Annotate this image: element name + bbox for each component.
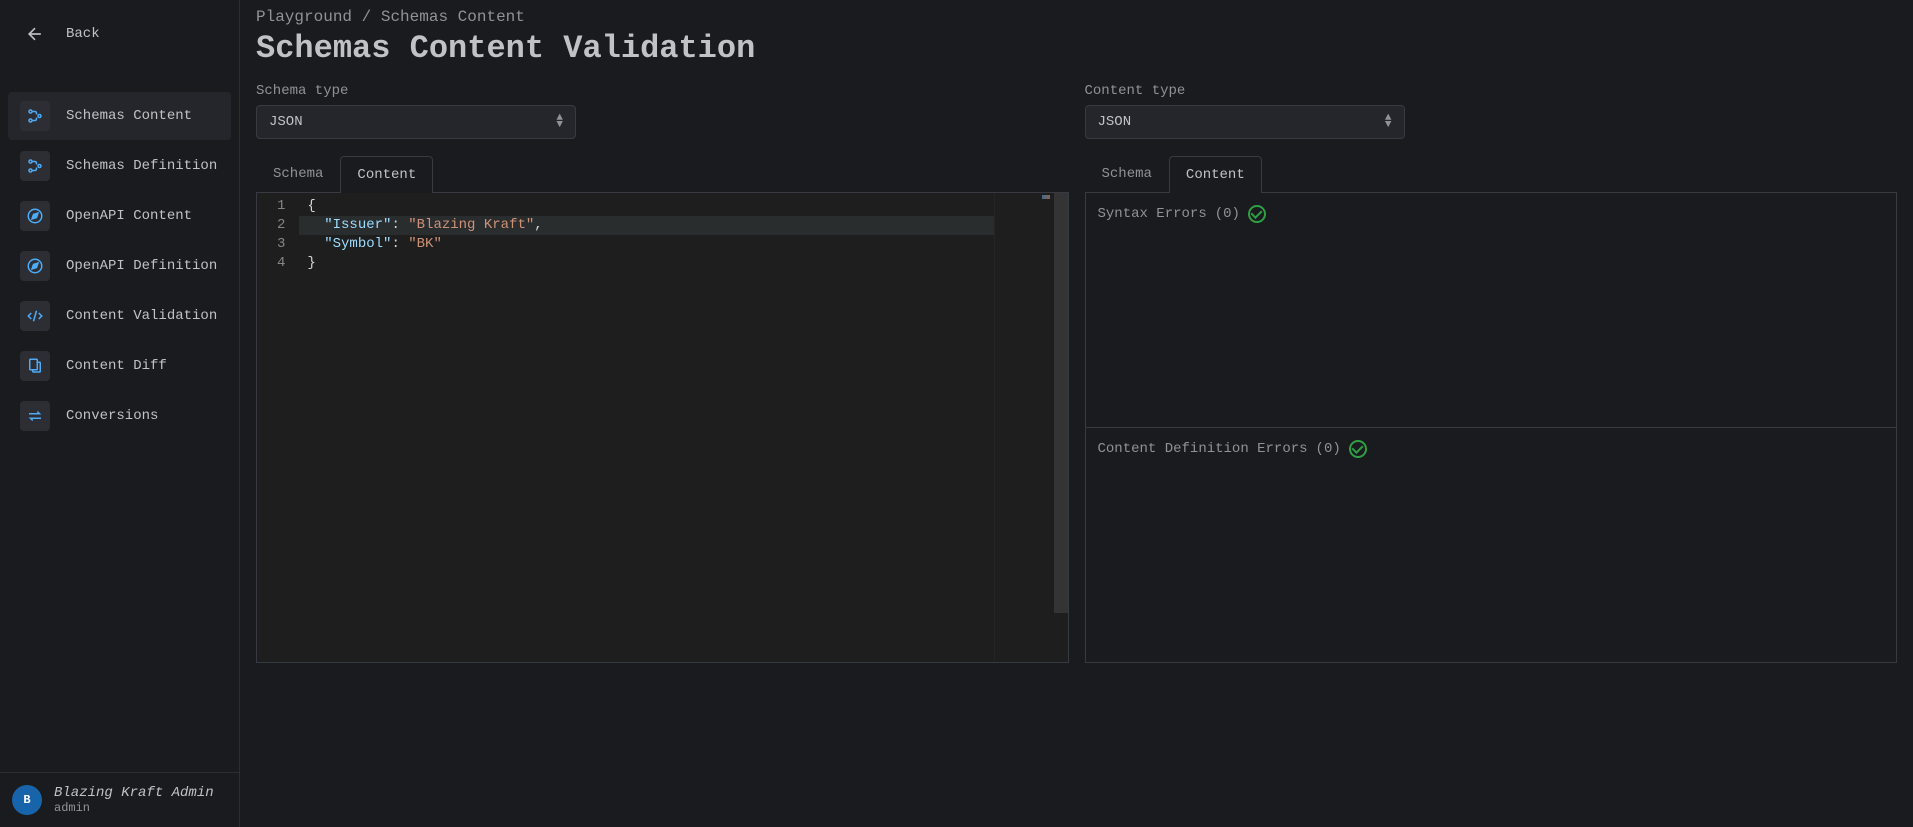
- sidebar-item-content-validation[interactable]: Content Validation: [8, 292, 231, 340]
- sidebar-item-openapi-definition[interactable]: OpenAPI Definition: [8, 242, 231, 290]
- syntax-errors-header: Syntax Errors (0): [1098, 205, 1885, 223]
- user-footer[interactable]: B Blazing Kraft Admin admin: [0, 772, 239, 827]
- user-name: Blazing Kraft Admin: [54, 785, 214, 801]
- check-circle-icon: [1248, 205, 1266, 223]
- sidebar-item-label: Schemas Definition: [66, 158, 217, 174]
- content-type-label: Content type: [1085, 83, 1898, 99]
- schema-tree-icon: [20, 151, 50, 181]
- main-content: Playground / Schemas Content Schemas Con…: [240, 0, 1913, 827]
- diff-icon: [20, 351, 50, 381]
- right-tabs: Schema Content: [1085, 155, 1898, 193]
- sidebar-item-schemas-definition[interactable]: Schemas Definition: [8, 142, 231, 190]
- editor-scrollbar[interactable]: [1054, 193, 1068, 662]
- definition-errors-header: Content Definition Errors (0): [1098, 440, 1885, 458]
- syntax-errors-section: Syntax Errors (0): [1086, 193, 1897, 428]
- compass-icon: [20, 201, 50, 231]
- avatar: B: [12, 785, 42, 815]
- user-role: admin: [54, 801, 214, 815]
- back-label: Back: [66, 26, 100, 42]
- sidebar-item-openapi-content[interactable]: OpenAPI Content: [8, 192, 231, 240]
- syntax-errors-count: (0): [1215, 206, 1240, 222]
- sidebar-item-conversions[interactable]: Conversions: [8, 392, 231, 440]
- panels: Schema type JSON ▲▼ Schema Content 1 2 3…: [256, 83, 1897, 663]
- tab-content[interactable]: Content: [340, 156, 433, 193]
- code-editor[interactable]: 1 2 3 4 { "Issuer": "Blazing Kraft", "Sy…: [256, 193, 1069, 663]
- sidebar-item-label: OpenAPI Content: [66, 208, 192, 224]
- content-type-value: JSON: [1098, 114, 1132, 130]
- definition-errors-label: Content Definition Errors: [1098, 441, 1308, 457]
- sidebar-item-label: Content Validation: [66, 308, 217, 324]
- schema-type-value: JSON: [269, 114, 303, 130]
- chevron-updown-icon: ▲▼: [556, 115, 563, 129]
- validation-results: Syntax Errors (0) Content Definition Err…: [1085, 193, 1898, 663]
- sidebar-item-label: Schemas Content: [66, 108, 192, 124]
- arrow-left-icon: [20, 19, 50, 49]
- back-button[interactable]: Back: [8, 10, 231, 58]
- check-circle-icon: [1349, 440, 1367, 458]
- line-gutter: 1 2 3 4: [257, 193, 299, 662]
- tab-content-right[interactable]: Content: [1169, 156, 1262, 193]
- sidebar-item-schemas-content[interactable]: Schemas Content: [8, 92, 231, 140]
- content-type-select[interactable]: JSON ▲▼: [1085, 105, 1405, 139]
- definition-errors-section: Content Definition Errors (0): [1086, 428, 1897, 662]
- minimap-preview: [1042, 195, 1050, 199]
- sidebar-item-label: Content Diff: [66, 358, 167, 374]
- code-icon: [20, 301, 50, 331]
- page-title: Schemas Content Validation: [256, 30, 1897, 67]
- user-info: Blazing Kraft Admin admin: [54, 785, 214, 815]
- syntax-errors-label: Syntax Errors: [1098, 206, 1207, 222]
- sidebar-nav: Back Schemas Content Schemas Definition …: [0, 0, 239, 772]
- swap-icon: [20, 401, 50, 431]
- sidebar: Back Schemas Content Schemas Definition …: [0, 0, 240, 827]
- schema-tree-icon: [20, 101, 50, 131]
- sidebar-item-content-diff[interactable]: Content Diff: [8, 342, 231, 390]
- scrollbar-thumb[interactable]: [1054, 193, 1068, 613]
- schema-type-label: Schema type: [256, 83, 1069, 99]
- sidebar-item-label: OpenAPI Definition: [66, 258, 217, 274]
- compass-icon: [20, 251, 50, 281]
- content-panel: Content type JSON ▲▼ Schema Content Synt…: [1085, 83, 1898, 663]
- schema-type-select[interactable]: JSON ▲▼: [256, 105, 576, 139]
- left-tabs: Schema Content: [256, 155, 1069, 193]
- schema-panel: Schema type JSON ▲▼ Schema Content 1 2 3…: [256, 83, 1069, 663]
- breadcrumb-separator: /: [362, 8, 372, 26]
- chevron-updown-icon: ▲▼: [1385, 115, 1392, 129]
- minimap[interactable]: [994, 193, 1054, 662]
- tab-schema[interactable]: Schema: [256, 155, 340, 192]
- definition-errors-count: (0): [1316, 441, 1341, 457]
- sidebar-item-label: Conversions: [66, 408, 158, 424]
- breadcrumb-parent[interactable]: Playground: [256, 8, 352, 26]
- breadcrumb: Playground / Schemas Content: [256, 8, 1897, 26]
- breadcrumb-current: Schemas Content: [381, 8, 525, 26]
- code-content[interactable]: { "Issuer": "Blazing Kraft", "Symbol": "…: [299, 193, 993, 662]
- tab-schema-right[interactable]: Schema: [1085, 155, 1169, 192]
